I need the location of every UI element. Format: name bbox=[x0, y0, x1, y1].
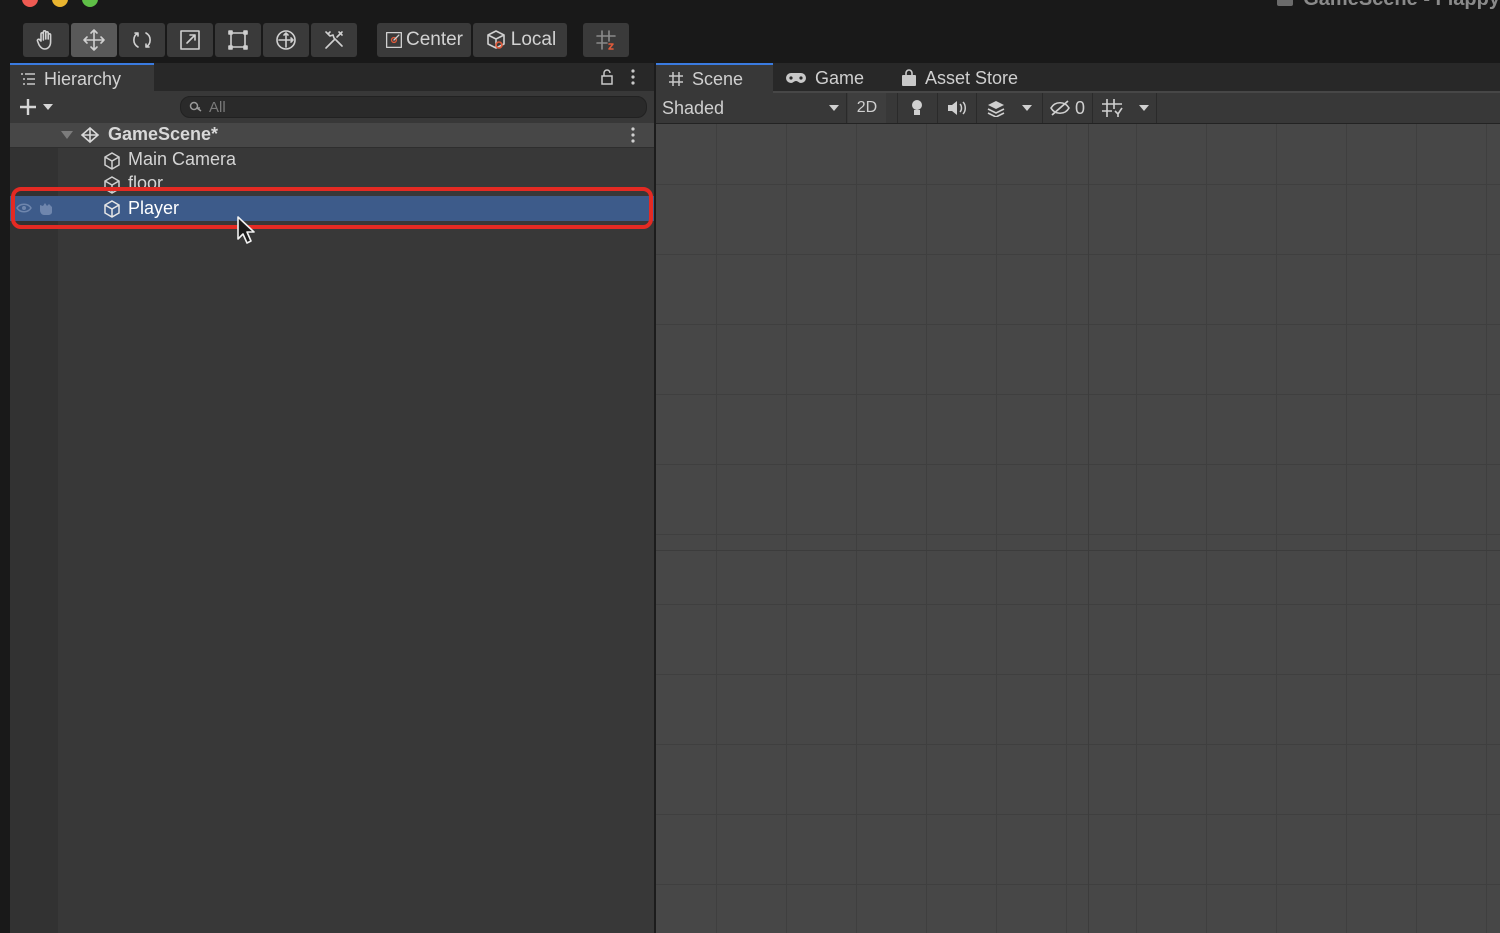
pivot-controls: Center Local bbox=[377, 23, 569, 57]
mouse-cursor-icon bbox=[237, 216, 255, 244]
visibility-gutter bbox=[10, 125, 58, 933]
tab-scene[interactable]: Scene bbox=[656, 63, 773, 93]
scene-toolbar: Shaded 2D 0 bbox=[656, 93, 1500, 124]
layers-effects-icon bbox=[987, 101, 1005, 117]
pivot-local-label: Local bbox=[510, 29, 557, 50]
rect-tool-button[interactable] bbox=[215, 23, 261, 57]
transform-tools bbox=[23, 23, 359, 57]
tab-asset-store[interactable]: Asset Store bbox=[889, 63, 1049, 93]
tab-asset-store-label: Asset Store bbox=[925, 67, 1019, 88]
hand-tool-button[interactable] bbox=[23, 23, 69, 57]
tab-game-label: Game bbox=[815, 67, 865, 88]
speaker-icon bbox=[948, 101, 966, 115]
create-dropdown-button[interactable] bbox=[18, 97, 54, 117]
search-placeholder: All bbox=[209, 98, 226, 116]
pivot-center-button[interactable]: Center bbox=[377, 23, 471, 57]
grid-gizmo-icon bbox=[1102, 99, 1123, 117]
scene-panel: Scene Game Asset Store Shaded 2D 0 bbox=[656, 63, 1500, 933]
zoom-window-button[interactable] bbox=[82, 0, 98, 7]
chevron-down-icon bbox=[829, 105, 839, 111]
hierarchy-search-input[interactable]: All bbox=[180, 96, 647, 118]
hierarchy-tab-label: Hierarchy bbox=[44, 68, 122, 89]
unity-scene-icon bbox=[80, 126, 100, 144]
window-title-text: GameScene - Flappy bbox=[1303, 0, 1500, 11]
hidden-count: 0 bbox=[1074, 97, 1085, 118]
toolbar-separator bbox=[1092, 93, 1093, 123]
hierarchy-item-label: Main Camera bbox=[128, 149, 237, 169]
scene-viewport[interactable] bbox=[656, 124, 1500, 933]
pivot-center-label: Center bbox=[405, 29, 463, 50]
gamepad-icon bbox=[786, 73, 806, 83]
hierarchy-menu-icon[interactable] bbox=[630, 69, 636, 85]
toolbar-separator bbox=[846, 93, 847, 123]
lightbulb-icon bbox=[912, 100, 922, 115]
2d-mode-label: 2D bbox=[856, 99, 878, 116]
scale-tool-button[interactable] bbox=[167, 23, 213, 57]
scale-icon bbox=[180, 30, 200, 50]
effects-dropdown[interactable] bbox=[1016, 93, 1038, 123]
move-arrows-icon bbox=[83, 29, 105, 51]
pivot-local-button[interactable]: Local bbox=[473, 23, 567, 57]
transform-tool-button[interactable] bbox=[263, 23, 309, 57]
close-window-button[interactable] bbox=[22, 0, 38, 7]
highlight-annotation-box bbox=[11, 187, 653, 229]
tab-hierarchy[interactable]: Hierarchy bbox=[10, 63, 154, 93]
move-tool-button[interactable] bbox=[71, 23, 117, 57]
hidden-eye-icon bbox=[1050, 100, 1070, 116]
scene-grid-major-line bbox=[1088, 124, 1089, 933]
chevron-down-icon bbox=[43, 104, 53, 110]
chevron-down-icon bbox=[1139, 105, 1149, 111]
2d-mode-toggle[interactable]: 2D bbox=[848, 93, 886, 123]
hierarchy-item-main-camera[interactable]: Main Camera bbox=[10, 148, 654, 172]
grid-snap-button[interactable] bbox=[583, 23, 629, 57]
audio-toggle[interactable] bbox=[938, 93, 976, 123]
gizmos-toggle[interactable] bbox=[1094, 93, 1130, 123]
collapse-arrow-icon[interactable] bbox=[60, 130, 74, 140]
grid-snap-icon bbox=[596, 30, 616, 50]
lighting-toggle[interactable] bbox=[898, 93, 936, 123]
hand-icon bbox=[36, 30, 52, 50]
chevron-down-icon bbox=[1022, 105, 1032, 111]
shading-mode-label: Shaded bbox=[662, 97, 725, 118]
scene-file-icon bbox=[1277, 0, 1294, 6]
rotate-icon bbox=[133, 32, 151, 48]
scene-name: GameScene* bbox=[108, 124, 219, 144]
pivot-center-icon bbox=[385, 31, 402, 49]
rect-transform-icon bbox=[228, 30, 248, 50]
gizmos-dropdown[interactable] bbox=[1132, 93, 1156, 123]
list-icon bbox=[21, 73, 35, 85]
rotate-tool-button[interactable] bbox=[119, 23, 165, 57]
search-icon bbox=[189, 101, 202, 112]
hierarchy-toolbar: All bbox=[10, 93, 654, 124]
effects-toggle[interactable] bbox=[977, 93, 1015, 123]
shopping-bag-icon bbox=[902, 69, 916, 86]
toolbar-separator bbox=[1042, 93, 1043, 123]
grid-hash-icon bbox=[669, 72, 683, 86]
lock-icon[interactable] bbox=[600, 69, 614, 85]
toolbar-separator bbox=[1156, 93, 1157, 123]
scene-grid-major-line bbox=[656, 550, 1500, 551]
scene-visibility-toggle[interactable]: 0 bbox=[1044, 93, 1090, 123]
scene-menu-icon[interactable] bbox=[630, 127, 636, 143]
plus-icon bbox=[20, 99, 36, 115]
minimize-window-button[interactable] bbox=[52, 0, 68, 7]
scene-header-row[interactable]: GameScene* bbox=[10, 123, 654, 148]
window-title: GameScene - Flappy bbox=[1277, 0, 1500, 11]
custom-tools-icon bbox=[325, 31, 343, 49]
gameobject-cube-icon bbox=[104, 152, 120, 170]
shading-mode-dropdown[interactable]: Shaded bbox=[662, 93, 840, 123]
tab-game[interactable]: Game bbox=[773, 63, 888, 93]
local-space-icon bbox=[486, 30, 505, 49]
transform-icon bbox=[276, 30, 296, 50]
snap-controls bbox=[583, 23, 631, 57]
tab-scene-label: Scene bbox=[692, 68, 744, 89]
custom-tool-button[interactable] bbox=[311, 23, 357, 57]
